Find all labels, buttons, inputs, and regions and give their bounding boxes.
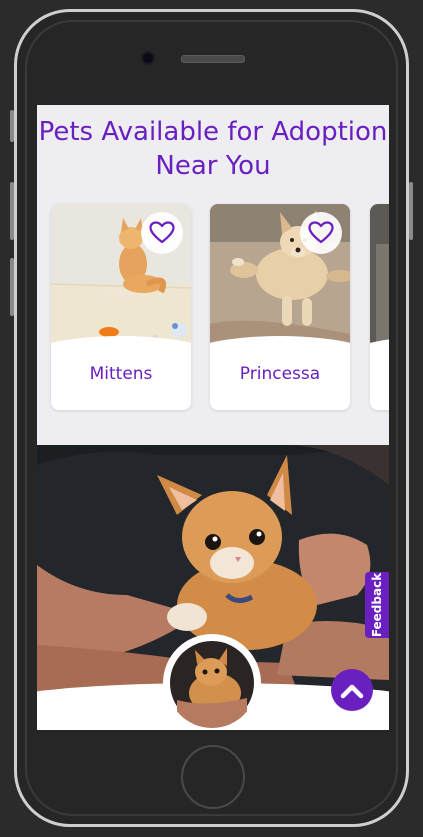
earpiece-speaker (181, 55, 245, 63)
volume-up-button (10, 182, 14, 240)
heart-outline-icon (308, 221, 334, 244)
heart-outline-icon (149, 221, 175, 244)
card-curve (370, 336, 389, 410)
power-button (409, 182, 413, 240)
feedback-tab[interactable]: Feedback (365, 572, 389, 638)
pet-card-partial[interactable] (370, 204, 389, 410)
mute-switch (10, 110, 14, 142)
pet-avatar (167, 638, 257, 728)
favorite-button-mittens[interactable] (141, 212, 183, 254)
page-title-text: Pets Available for Adoption Near You (38, 117, 388, 181)
scroll-top-button[interactable] (331, 669, 373, 711)
screen: Pets Available for Adoption Near You Mit… (37, 105, 389, 730)
feedback-label: Feedback (370, 572, 384, 638)
pet-carousel[interactable]: Mittens Princessa (51, 204, 389, 412)
favorite-button-princessa[interactable] (300, 212, 342, 254)
page-title: Pets Available for Adoption Near You (37, 115, 389, 183)
pet-name-mittens[interactable]: Mittens (51, 364, 191, 384)
chevron-up-icon (340, 684, 364, 699)
volume-down-button (10, 258, 14, 316)
home-button[interactable] (181, 745, 245, 809)
pet-name-princessa[interactable]: Princessa (210, 364, 350, 384)
pet-card-princessa[interactable]: Princessa (210, 204, 350, 410)
pet-photo-partial (370, 204, 389, 354)
pet-card-mittens[interactable]: Mittens (51, 204, 191, 410)
front-camera (141, 51, 155, 65)
